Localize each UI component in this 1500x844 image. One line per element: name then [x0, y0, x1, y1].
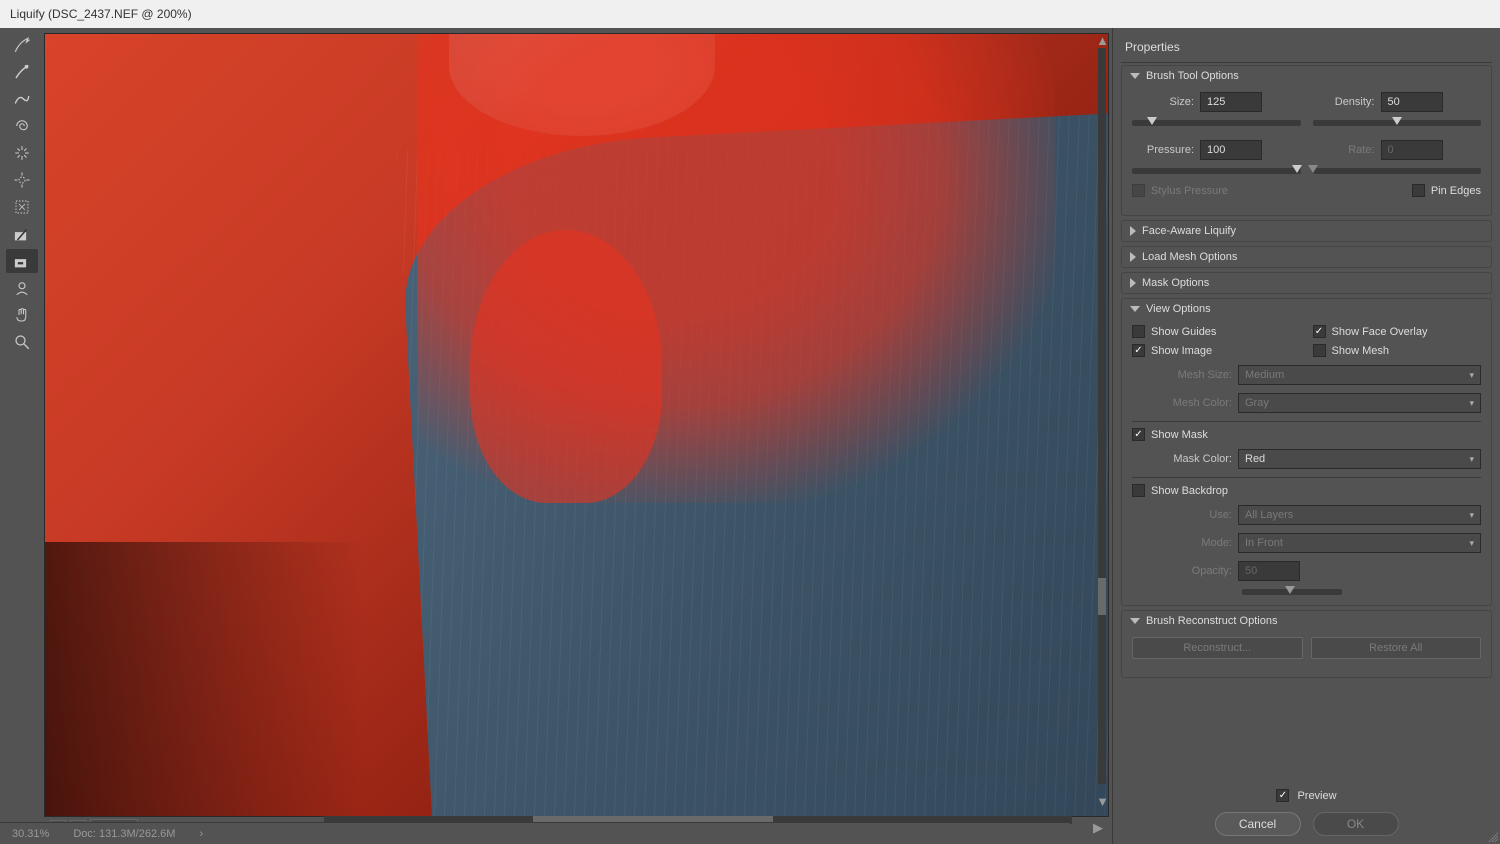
status-doc: Doc: 131.3M/262.6M: [73, 828, 175, 840]
chevron-right-icon: [1130, 226, 1136, 236]
status-percent: 30.31%: [12, 828, 49, 840]
canvas[interactable]: [44, 33, 1109, 817]
thaw-mask-tool[interactable]: [6, 249, 38, 273]
density-label: Density:: [1313, 96, 1375, 108]
mesh-size-label: Mesh Size:: [1132, 369, 1232, 381]
mesh-size-select: Medium▾: [1238, 365, 1481, 385]
section-header-brush-reconstruct[interactable]: Brush Reconstruct Options: [1122, 611, 1491, 631]
status-arrow-icon[interactable]: ›: [199, 828, 203, 840]
use-select: All Layers▾: [1238, 505, 1481, 525]
opacity-input: [1238, 561, 1300, 581]
forward-warp-tool[interactable]: [6, 33, 38, 57]
scroll-right-icon[interactable]: ▶: [1093, 820, 1103, 836]
chevron-down-icon: [1130, 618, 1140, 624]
status-bar: 30.31% Doc: 131.3M/262.6M ›: [0, 822, 1070, 844]
hand-tool[interactable]: [6, 303, 38, 327]
canvas-area: ▲ ▼ − + 200%▾ ◀ ▶: [44, 28, 1112, 844]
show-mesh-label[interactable]: Show Mesh: [1332, 345, 1389, 357]
mode-label: Mode:: [1132, 537, 1232, 549]
mode-select: In Front▾: [1238, 533, 1481, 553]
size-slider[interactable]: [1132, 120, 1301, 126]
opacity-slider: [1242, 589, 1342, 595]
use-label: Use:: [1132, 509, 1232, 521]
face-tool[interactable]: [6, 276, 38, 300]
chevron-right-icon: [1130, 278, 1136, 288]
preview-label[interactable]: Preview: [1297, 790, 1336, 802]
zoom-tool[interactable]: [6, 330, 38, 354]
section-face-aware: Face-Aware Liquify: [1121, 220, 1492, 242]
show-face-overlay-label[interactable]: Show Face Overlay: [1332, 326, 1428, 338]
toolbar: [0, 28, 44, 844]
pin-edges-checkbox[interactable]: [1412, 184, 1425, 197]
reconstruct-tool[interactable]: [6, 60, 38, 84]
resize-grip-icon[interactable]: [1488, 832, 1498, 842]
pressure-label: Pressure:: [1132, 144, 1194, 156]
stylus-pressure-label: Stylus Pressure: [1151, 185, 1228, 197]
vertical-scrollbar[interactable]: [1098, 48, 1106, 784]
rate-slider: [1313, 168, 1482, 174]
scroll-down-icon[interactable]: ▼: [1096, 794, 1109, 809]
size-input[interactable]: [1200, 92, 1262, 112]
show-image-label[interactable]: Show Image: [1151, 345, 1212, 357]
cancel-button[interactable]: Cancel: [1215, 812, 1301, 836]
bloat-tool[interactable]: [6, 168, 38, 192]
ok-button[interactable]: OK: [1313, 812, 1399, 836]
reconstruct-button[interactable]: Reconstruct...: [1132, 637, 1303, 659]
show-backdrop-checkbox[interactable]: [1132, 484, 1145, 497]
preview-checkbox[interactable]: ✓: [1276, 789, 1289, 802]
mask-color-label: Mask Color:: [1132, 453, 1232, 465]
section-brush-tool-options: Brush Tool Options Size: Density: Pressu…: [1121, 65, 1492, 216]
twirl-tool[interactable]: [6, 114, 38, 138]
section-header-load-mesh[interactable]: Load Mesh Options: [1122, 247, 1491, 267]
workspace: ▲ ▼ − + 200%▾ ◀ ▶ Properties Brush Tool …: [0, 28, 1500, 844]
chevron-down-icon: [1130, 306, 1140, 312]
chevron-right-icon: [1130, 252, 1136, 262]
titlebar: Liquify (DSC_2437.NEF @ 200%): [0, 0, 1500, 28]
stylus-pressure-checkbox: [1132, 184, 1145, 197]
mask-color-select[interactable]: Red▾: [1238, 449, 1481, 469]
slider-thumb-icon: [1285, 586, 1295, 594]
show-guides-label[interactable]: Show Guides: [1151, 326, 1216, 338]
properties-panel: Properties Brush Tool Options Size: Dens…: [1112, 28, 1500, 844]
section-brush-reconstruct: Brush Reconstruct Options Reconstruct...…: [1121, 610, 1492, 678]
density-input[interactable]: [1381, 92, 1443, 112]
density-slider[interactable]: [1313, 120, 1482, 126]
mesh-color-label: Mesh Color:: [1132, 397, 1232, 409]
pucker-tool[interactable]: [6, 141, 38, 165]
section-mask-options: Mask Options: [1121, 272, 1492, 294]
opacity-label: Opacity:: [1132, 565, 1232, 577]
pressure-slider[interactable]: [1132, 168, 1301, 174]
pin-edges-label[interactable]: Pin Edges: [1431, 185, 1481, 197]
show-image-checkbox[interactable]: ✓: [1132, 344, 1145, 357]
section-view-options: View Options Show Guides ✓ Show Face Over…: [1121, 298, 1492, 606]
section-header-view-options[interactable]: View Options: [1122, 299, 1491, 319]
rate-label: Rate:: [1313, 144, 1375, 156]
show-mask-checkbox[interactable]: ✓: [1132, 428, 1145, 441]
section-header-face-aware[interactable]: Face-Aware Liquify: [1122, 221, 1491, 241]
pressure-input[interactable]: [1200, 140, 1262, 160]
show-mesh-checkbox[interactable]: [1313, 344, 1326, 357]
section-header-brush-tool[interactable]: Brush Tool Options: [1122, 66, 1491, 86]
slider-thumb-icon: [1147, 117, 1157, 125]
slider-thumb-icon: [1292, 165, 1302, 173]
slider-thumb-icon: [1308, 165, 1318, 173]
size-label: Size:: [1132, 96, 1194, 108]
restore-all-button[interactable]: Restore All: [1311, 637, 1482, 659]
smooth-tool[interactable]: [6, 87, 38, 111]
push-left-tool[interactable]: [6, 195, 38, 219]
mesh-color-select: Gray▾: [1238, 393, 1481, 413]
scroll-up-icon[interactable]: ▲: [1096, 33, 1109, 48]
section-load-mesh: Load Mesh Options: [1121, 246, 1492, 268]
section-header-mask-options[interactable]: Mask Options: [1122, 273, 1491, 293]
chevron-down-icon: [1130, 73, 1140, 79]
show-guides-checkbox[interactable]: [1132, 325, 1145, 338]
show-mask-label[interactable]: Show Mask: [1151, 429, 1208, 441]
show-backdrop-label[interactable]: Show Backdrop: [1151, 485, 1228, 497]
panel-title: Properties: [1121, 34, 1492, 60]
rate-input: [1381, 140, 1443, 160]
freeze-mask-tool[interactable]: [6, 222, 38, 246]
slider-thumb-icon: [1392, 117, 1402, 125]
show-face-overlay-checkbox[interactable]: ✓: [1313, 325, 1326, 338]
